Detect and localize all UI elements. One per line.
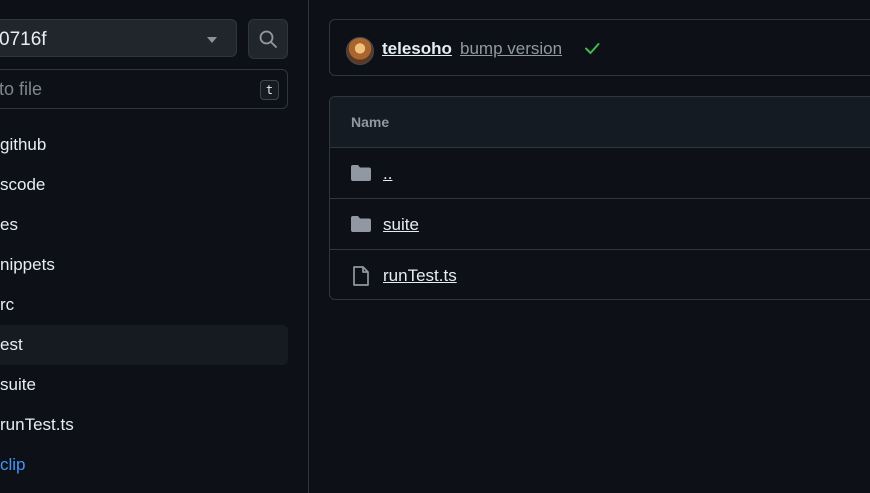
tree-item-src[interactable]: rc	[0, 285, 288, 325]
tree-item-label: es	[0, 215, 18, 234]
file-table: Name .. suite runTest.ts	[329, 96, 870, 300]
table-header: Name	[330, 97, 870, 148]
branch-name: 0716f	[0, 29, 47, 50]
file-icon	[353, 266, 369, 286]
file-tree-sidebar: 0716f t github scode es nippets rc est	[0, 0, 309, 493]
search-icon	[259, 30, 277, 48]
search-button[interactable]	[248, 19, 288, 59]
tree-item-label: nippets	[0, 255, 55, 274]
tree-item-runtest[interactable]: runTest.ts	[0, 405, 288, 445]
tree-item-es[interactable]: es	[0, 205, 288, 245]
tree-item-github[interactable]: github	[0, 125, 288, 165]
commit-author-link[interactable]: telesoho	[382, 39, 452, 59]
tree-item-label: clip	[0, 455, 26, 474]
tree-item-suite[interactable]: suite	[0, 365, 288, 405]
tree-item-label: rc	[0, 295, 15, 314]
latest-commit-bar: telesoho bump version	[329, 19, 870, 76]
column-header-name: Name	[351, 114, 390, 130]
check-icon[interactable]	[583, 39, 601, 57]
folder-icon	[351, 165, 371, 181]
tree-item-label: suite	[0, 375, 36, 394]
tree-item-label: runTest.ts	[0, 415, 74, 434]
commit-message-link[interactable]: bump version	[460, 39, 562, 59]
avatar[interactable]	[346, 37, 374, 65]
table-row[interactable]: ..	[330, 148, 870, 199]
tree-item-clip[interactable]: clip	[0, 445, 288, 485]
table-row[interactable]: runTest.ts	[330, 250, 870, 299]
file-name-link[interactable]: ..	[383, 164, 392, 184]
go-to-file-field[interactable]: t	[0, 69, 288, 109]
tree-item-label: github	[0, 135, 47, 154]
chevron-down-icon	[207, 37, 217, 43]
table-row[interactable]: suite	[330, 199, 870, 250]
tree-item-snippets[interactable]: nippets	[0, 245, 288, 285]
file-name-link[interactable]: suite	[383, 215, 419, 235]
go-to-file-input[interactable]	[0, 70, 239, 108]
tree-item-label: scode	[0, 175, 46, 194]
file-name-link[interactable]: runTest.ts	[383, 266, 457, 286]
tree-item-vscode[interactable]: scode	[0, 165, 288, 205]
tree-item-test-selected[interactable]: est	[0, 325, 288, 365]
folder-icon	[351, 216, 371, 232]
shortcut-key-badge: t	[260, 80, 279, 100]
tree-item-label: est	[0, 335, 23, 354]
branch-selector-button[interactable]: 0716f	[0, 19, 237, 57]
